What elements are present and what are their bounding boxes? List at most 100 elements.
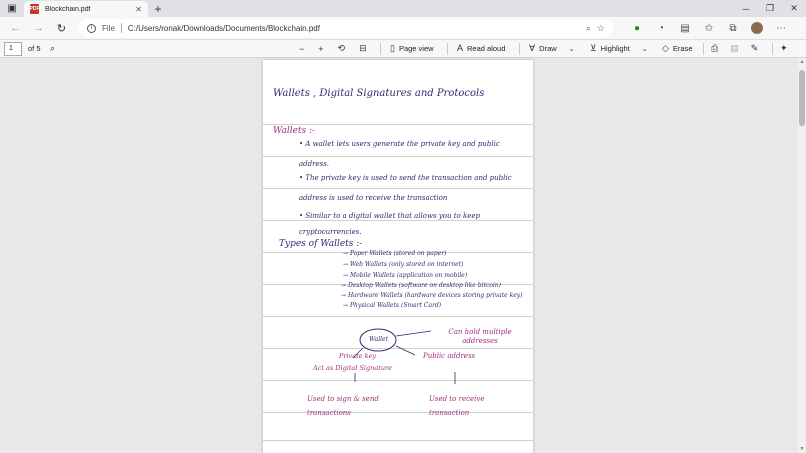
type-item: → Paper Wallets (stored on paper) bbox=[343, 250, 447, 257]
vertical-scrollbar[interactable]: ▲ ▼ bbox=[798, 58, 806, 453]
chevron-down-icon[interactable]: ⌄ bbox=[569, 45, 575, 53]
type-item: → Physical Wallets (Smart Card) bbox=[343, 302, 442, 309]
info-icon[interactable]: i bbox=[87, 23, 96, 33]
divider bbox=[703, 43, 704, 55]
favorites-icon[interactable]: ✩ bbox=[699, 19, 719, 37]
rotate-icon[interactable]: ⟲ bbox=[338, 43, 346, 54]
scheme-label: File bbox=[102, 23, 115, 33]
type-item: → Mobile Wallets (application on mobile) bbox=[343, 272, 468, 279]
tab-actions-icon[interactable]: ▣ bbox=[0, 0, 24, 17]
address-input[interactable]: i File C:/Users/ronak/Downloads/Document… bbox=[79, 19, 613, 37]
search-icon[interactable]: ⌕ bbox=[50, 43, 55, 54]
diagram-center: Wallet bbox=[369, 336, 389, 343]
divider bbox=[772, 43, 773, 55]
maximize-icon[interactable]: ❐ bbox=[758, 0, 782, 17]
read-aloud-icon: A bbox=[457, 43, 464, 53]
type-item: → Web Wallets (only stored on internet) bbox=[343, 261, 464, 268]
page-view-label: Page view bbox=[398, 44, 434, 53]
scrollbar-thumb[interactable] bbox=[799, 70, 805, 126]
back-icon[interactable]: ← bbox=[4, 18, 27, 38]
type-label: Mobile Wallets (application on mobile) bbox=[349, 272, 468, 279]
tab-blockchain-pdf[interactable]: PDF Blockchain.pdf ✕ bbox=[24, 1, 148, 17]
divider bbox=[120, 23, 122, 33]
diagram-left-sub: Act as Digital Signature bbox=[313, 364, 392, 372]
diagram-left: Private key bbox=[339, 352, 377, 360]
section-types: Types of Wallets :- bbox=[279, 239, 363, 249]
extension-icon[interactable]: ● bbox=[627, 19, 647, 37]
forward-icon[interactable]: → bbox=[27, 18, 50, 38]
save-icon[interactable]: ▤ bbox=[730, 43, 739, 54]
type-item: → Hardware Wallets (hardware devices sto… bbox=[341, 292, 523, 299]
read-aloud-label: Read aloud bbox=[467, 43, 506, 53]
page-view-button[interactable]: ▯ Page view bbox=[390, 43, 434, 54]
performance-icon[interactable]: ◔ bbox=[651, 19, 671, 37]
bullet-1-text: A wallet lets users generate the private… bbox=[299, 140, 500, 168]
profile-avatar[interactable] bbox=[747, 19, 767, 37]
more-menu-icon[interactable]: ⋯ bbox=[771, 19, 791, 37]
type-label: Web Wallets (only stored on internet) bbox=[349, 261, 464, 268]
refresh-icon[interactable]: ↻ bbox=[50, 18, 73, 38]
pdf-icon: PDF bbox=[29, 4, 40, 14]
minimize-icon[interactable]: ─ bbox=[734, 0, 758, 17]
draw-icon: ∀ bbox=[529, 43, 536, 53]
close-tab-icon[interactable]: ✕ bbox=[135, 5, 142, 14]
window-controls: ─ ❐ ✕ bbox=[734, 0, 806, 17]
arrow bbox=[395, 345, 416, 356]
pdf-viewport[interactable]: Wallets , Digital Signatures and Protoco… bbox=[0, 58, 798, 453]
tab-title: Blockchain.pdf bbox=[45, 5, 91, 13]
bullet-3: • Similar to a digital wallet that allow… bbox=[299, 212, 480, 236]
scroll-down-icon[interactable]: ▼ bbox=[798, 446, 806, 452]
page-count: of 5 bbox=[28, 44, 41, 53]
pdf-toolbar: 1 of 5 ⌕ − + ⟲ ⊟ ▯ Page view A Read alou… bbox=[0, 39, 806, 58]
page-number-input[interactable]: 1 bbox=[4, 41, 22, 56]
divider bbox=[380, 43, 381, 55]
divider bbox=[519, 43, 520, 55]
zoom-icon[interactable]: ⌕ bbox=[586, 23, 591, 34]
tab-strip: ▣ PDF Blockchain.pdf ✕ + bbox=[0, 0, 806, 17]
type-label: Hardware Wallets (hardware devices stori… bbox=[347, 292, 523, 299]
highlight-label: Highlight bbox=[600, 44, 630, 53]
save-as-icon[interactable]: ✎ bbox=[751, 43, 759, 54]
divider bbox=[447, 43, 448, 55]
type-label: Paper Wallets (stored on paper) bbox=[349, 250, 447, 257]
fit-page-icon[interactable]: ⊟ bbox=[359, 43, 367, 54]
diagram-bottom-left: Used to sign & send transactions bbox=[307, 395, 379, 417]
chevron-down-icon[interactable]: ⌄ bbox=[642, 45, 648, 53]
favorite-add-icon[interactable]: ☆ bbox=[597, 23, 605, 34]
pdf-page: Wallets , Digital Signatures and Protoco… bbox=[263, 60, 533, 453]
draw-label: Draw bbox=[539, 44, 557, 53]
zoom-out-icon[interactable]: − bbox=[299, 44, 304, 54]
bullet-2-text: The private key is used to send the tran… bbox=[299, 174, 512, 202]
address-bar-row: ← → ↻ i File C:/Users/ronak/Downloads/Do… bbox=[0, 17, 806, 39]
bullet-3-text: Similar to a digital wallet that allows … bbox=[299, 212, 480, 236]
reading-view-icon[interactable]: ▤ bbox=[675, 19, 695, 37]
arrow bbox=[395, 330, 432, 337]
url-text: C:/Users/ronak/Downloads/Documents/Block… bbox=[127, 23, 320, 33]
highlight-icon: ⊻ bbox=[590, 43, 597, 53]
bullet-2: • The private key is used to send the tr… bbox=[299, 174, 512, 202]
diagram-right: Public address bbox=[423, 352, 476, 360]
type-label: Desktop Wallets (software on desktop lik… bbox=[347, 282, 501, 289]
zoom-in-icon[interactable]: + bbox=[318, 44, 323, 54]
page-view-icon: ▯ bbox=[390, 43, 395, 53]
print-icon[interactable]: ⎙ bbox=[711, 43, 718, 54]
ruled-line bbox=[263, 316, 533, 317]
eraser-icon: ◇ bbox=[662, 43, 669, 53]
type-item: → Desktop Wallets (software on desktop l… bbox=[341, 282, 501, 289]
collections-icon[interactable]: ⧉ bbox=[723, 19, 743, 37]
highlight-button[interactable]: ⊻ Highlight ⌄ bbox=[590, 43, 648, 54]
draw-button[interactable]: ∀ Draw ⌄ bbox=[529, 43, 575, 54]
pin-toolbar-icon[interactable]: ✦ bbox=[780, 43, 788, 54]
browser-extensions: ● ◔ ▤ ✩ ⧉ ⋯ bbox=[627, 19, 791, 37]
ruled-line bbox=[263, 124, 533, 125]
erase-button[interactable]: ◇ Erase bbox=[662, 43, 693, 54]
scroll-up-icon[interactable]: ▲ bbox=[798, 59, 806, 65]
close-window-icon[interactable]: ✕ bbox=[782, 0, 806, 17]
read-aloud-button[interactable]: A Read aloud bbox=[457, 43, 505, 53]
type-label: Physical Wallets (Smart Card) bbox=[349, 302, 442, 309]
new-tab-button[interactable]: + bbox=[148, 0, 168, 17]
note-title: Wallets , Digital Signatures and Protoco… bbox=[273, 88, 485, 99]
diagram-bottom-right: Used to receive transaction bbox=[429, 395, 485, 417]
erase-label: Erase bbox=[672, 44, 693, 53]
diagram-right-top: Can hold multiple addresses bbox=[448, 328, 512, 345]
